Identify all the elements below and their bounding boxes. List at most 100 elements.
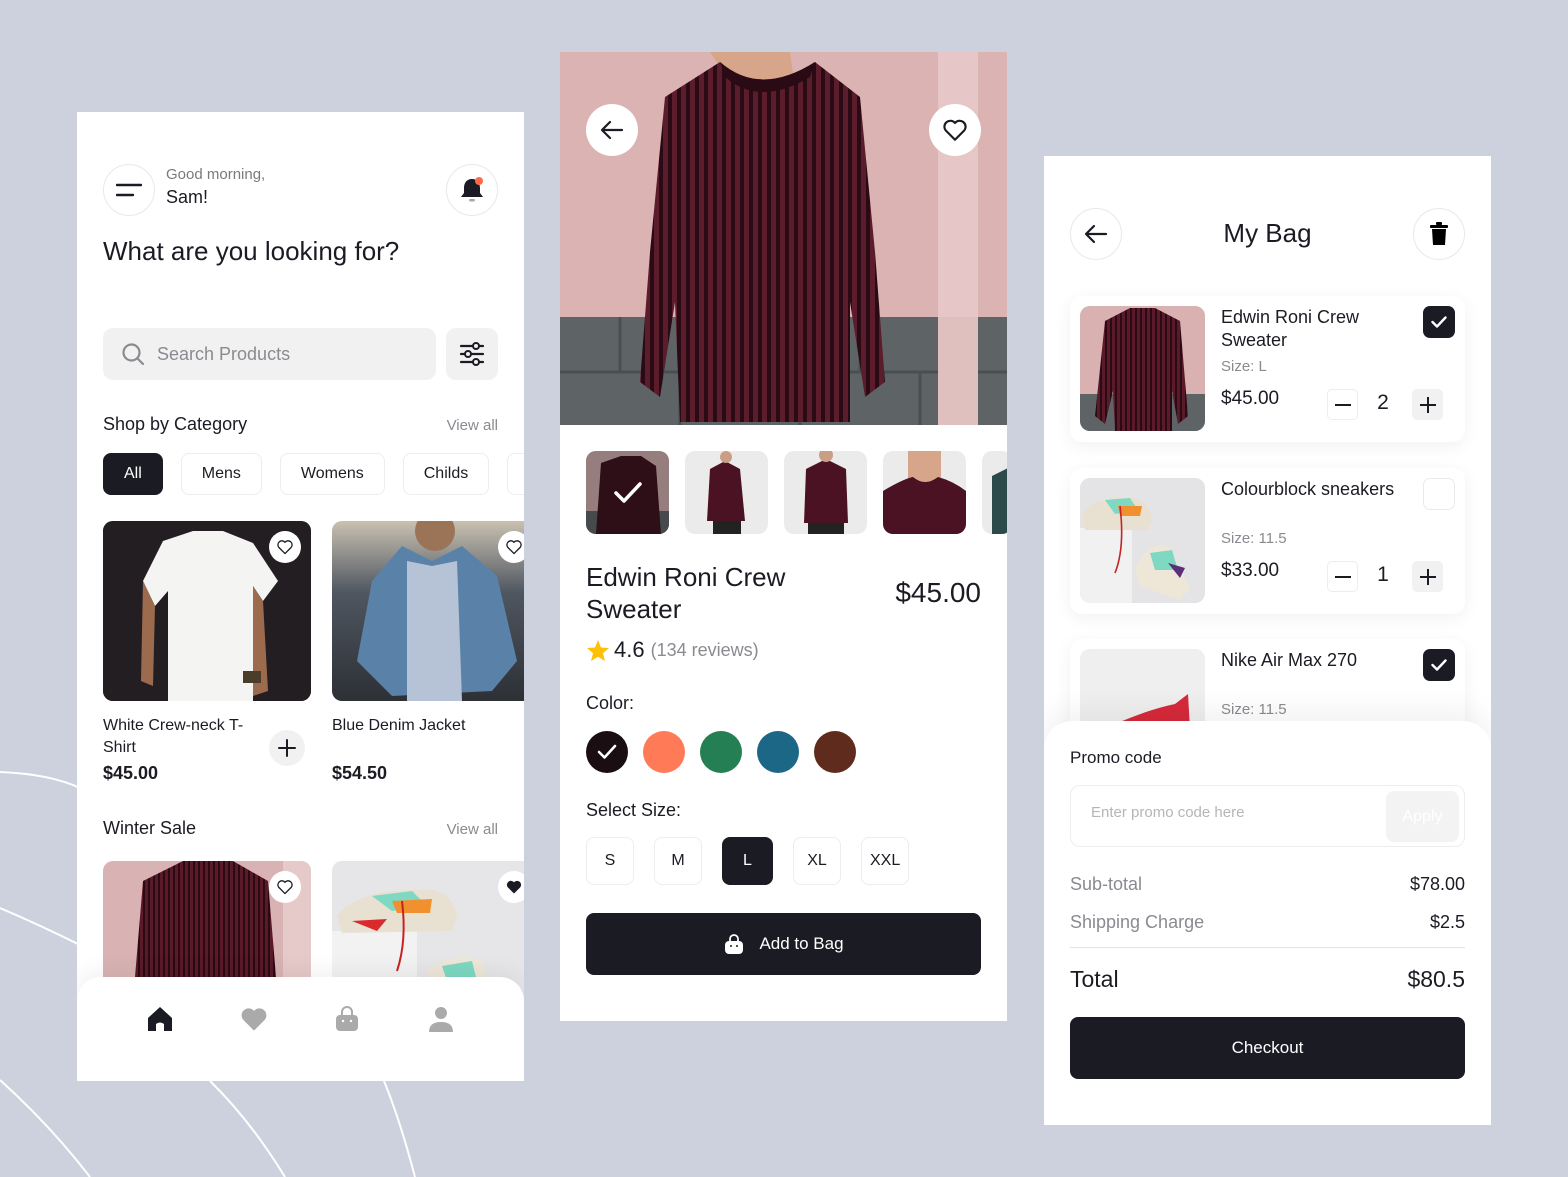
user-icon — [429, 1007, 453, 1032]
increase-quantity-button[interactable] — [1412, 389, 1443, 420]
color-swatch[interactable] — [700, 731, 742, 773]
nav-home[interactable] — [144, 1003, 176, 1035]
minus-icon — [1334, 403, 1351, 406]
color-swatch[interactable] — [643, 731, 685, 773]
chip-all[interactable]: All — [103, 453, 163, 495]
user-name: Sam! — [166, 187, 209, 207]
arrow-left-icon — [600, 120, 624, 140]
product-price: $45.00 — [895, 577, 981, 608]
thumbnail[interactable] — [685, 451, 768, 534]
bag-item-name: Nike Air Max 270 — [1221, 650, 1358, 670]
color-swatch[interactable] — [757, 731, 799, 773]
search-icon — [122, 343, 145, 366]
back-button[interactable] — [586, 104, 638, 156]
total-value: $80.5 — [1407, 966, 1465, 992]
decrease-quantity-button[interactable] — [1327, 561, 1358, 592]
checkout-button[interactable]: Checkout — [1070, 1017, 1465, 1079]
add-to-bag-label: Add to Bag — [759, 934, 844, 953]
thumbnail-image — [707, 451, 745, 534]
color-swatch[interactable] — [814, 731, 856, 773]
delete-button[interactable] — [1413, 208, 1465, 260]
apply-promo-button[interactable]: Apply — [1386, 791, 1459, 842]
total-label: Total — [1070, 966, 1119, 992]
order-summary-panel: Promo code Apply Sub-total $78.00 Shippi… — [1044, 721, 1491, 1125]
category-chips: All Mens Womens Childs — [103, 453, 524, 495]
size-option-m[interactable]: M — [654, 837, 702, 885]
subtotal-label: Sub-total — [1070, 874, 1143, 894]
rating-value: 4.6 — [614, 637, 645, 662]
product-card[interactable]: White Crew-neck T-Shirt $45.00 — [103, 521, 311, 784]
favorite-button-active[interactable] — [498, 871, 524, 903]
review-count[interactable]: (134 reviews) — [651, 640, 759, 661]
filter-button[interactable] — [446, 328, 498, 380]
bag-screen: My Bag Edwin Roni Crew Sweater Size: L $… — [1044, 156, 1491, 1125]
thumbnail-image — [883, 451, 966, 534]
product-hero-image — [560, 52, 1007, 425]
thumbnail[interactable] — [784, 451, 867, 534]
size-option-l[interactable]: L — [722, 837, 773, 885]
item-checkbox-unchecked[interactable] — [1423, 478, 1455, 510]
promo-code-label: Promo code — [1070, 748, 1162, 767]
favorite-button[interactable] — [498, 531, 524, 563]
winter-sale-view-all-link[interactable]: View all — [447, 821, 498, 838]
denim-jacket-illustration — [332, 521, 524, 701]
add-to-cart-button[interactable] — [269, 730, 305, 766]
search-input[interactable] — [157, 343, 417, 365]
item-checkbox-checked[interactable] — [1423, 649, 1455, 681]
quantity-value: 1 — [1377, 563, 1389, 586]
product-card[interactable]: Blue Denim Jacket $54.50 — [332, 521, 524, 784]
bag-item: Edwin Roni Crew Sweater Size: L $45.00 2 — [1070, 296, 1465, 442]
shipping-row: Shipping Charge $2.5 — [1070, 912, 1465, 933]
filter-sliders-icon — [459, 342, 485, 366]
check-icon — [1431, 316, 1447, 328]
sweater-thumbnail — [1080, 306, 1205, 431]
search-field[interactable] — [103, 328, 436, 380]
decrease-quantity-button[interactable] — [1327, 389, 1358, 420]
menu-icon — [116, 183, 142, 197]
product-price: $54.50 — [332, 763, 388, 783]
promo-code-input[interactable] — [1091, 804, 1351, 821]
favorite-button[interactable] — [269, 531, 301, 563]
chip-mens[interactable]: Mens — [180, 453, 262, 495]
nav-favorites[interactable] — [238, 1003, 270, 1035]
color-swatches — [586, 731, 856, 773]
category-view-all-link[interactable]: View all — [447, 417, 498, 434]
heart-filled-icon — [506, 880, 522, 894]
thumbnail-image — [804, 451, 848, 534]
item-checkbox-checked[interactable] — [1423, 306, 1455, 338]
home-icon — [148, 1007, 172, 1031]
heart-icon — [241, 1008, 267, 1031]
favorite-button[interactable] — [269, 871, 301, 903]
product-image-tshirt — [103, 521, 311, 701]
bag-icon — [336, 1006, 358, 1031]
bag-icon — [725, 934, 744, 954]
nav-profile[interactable] — [425, 1003, 457, 1035]
star-icon — [587, 639, 609, 661]
thumbnail[interactable] — [982, 451, 1007, 534]
favorite-button[interactable] — [929, 104, 981, 156]
heart-outline-icon — [506, 540, 522, 555]
bag-item-image — [1080, 306, 1205, 431]
nav-bag[interactable] — [331, 1003, 363, 1035]
total-row: Total $80.5 — [1070, 966, 1465, 993]
chip-more[interactable] — [507, 453, 524, 495]
winter-sale-title: Winter Sale — [103, 818, 197, 838]
summary-divider — [1070, 947, 1465, 948]
bag-item-price: $33.00 — [1221, 560, 1280, 581]
notifications-button[interactable] — [446, 164, 498, 216]
check-icon — [597, 744, 617, 759]
thumbnail[interactable] — [883, 451, 966, 534]
menu-button[interactable] — [103, 164, 155, 216]
size-option-xl[interactable]: XL — [793, 837, 841, 885]
chip-childs[interactable]: Childs — [402, 453, 490, 495]
bell-icon — [461, 177, 483, 202]
increase-quantity-button[interactable] — [1412, 561, 1443, 592]
color-swatch-selected[interactable] — [586, 731, 628, 773]
chip-womens[interactable]: Womens — [279, 453, 385, 495]
add-to-bag-button[interactable]: Add to Bag — [586, 913, 981, 975]
product-price: $45.00 — [103, 763, 159, 783]
category-section-title: Shop by Category — [103, 414, 248, 434]
thumbnail-selected[interactable] — [586, 451, 669, 534]
size-option-xxl[interactable]: XXL — [861, 837, 910, 885]
size-option-s[interactable]: S — [586, 837, 634, 885]
